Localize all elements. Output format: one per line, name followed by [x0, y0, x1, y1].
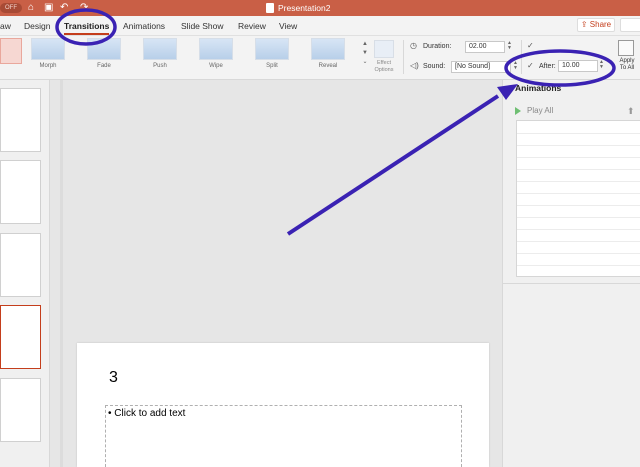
save-icon[interactable]: ▣	[44, 2, 53, 14]
document-icon	[266, 3, 274, 13]
list-line	[517, 193, 640, 194]
list-line	[517, 205, 640, 206]
redo-icon[interactable]: ↷	[80, 2, 88, 14]
effect-options-icon	[374, 40, 394, 58]
share-label: Share	[589, 20, 612, 29]
transition-none-thumb[interactable]	[0, 38, 22, 64]
animations-pane: Animations Play All	[502, 80, 640, 467]
list-line	[517, 181, 640, 182]
list-line	[517, 145, 640, 146]
list-line	[517, 217, 640, 218]
apply-line1: Apply	[619, 58, 635, 64]
ribbon-separator	[403, 40, 404, 74]
tab-animations[interactable]: Animations	[123, 21, 165, 31]
play-icon[interactable]	[515, 107, 521, 115]
push-label: Push	[153, 63, 167, 69]
list-line	[517, 157, 640, 158]
effect-label-line2: Options	[374, 67, 394, 73]
wipe-label: Wipe	[209, 63, 223, 69]
gallery-scroll[interactable]: ▲ ▼ ⌄	[360, 40, 370, 76]
morph-label: Morph	[39, 63, 57, 69]
sound-icon: ◁)	[410, 61, 419, 70]
clock-icon: ◷	[410, 41, 417, 50]
autosave-toggle[interactable]: OFF	[0, 3, 22, 13]
tab-view[interactable]: View	[279, 21, 297, 31]
apply-all-icon	[618, 40, 634, 56]
effect-options-label: Effect Options	[370, 60, 398, 74]
list-line	[517, 133, 640, 134]
after-stepper[interactable]: ▲ ▼	[599, 60, 604, 70]
apply-label: Apply To All	[614, 58, 640, 72]
fade-label: Fade	[97, 63, 111, 69]
checkbox-icon[interactable]: ✓	[527, 61, 534, 71]
sound-label: Sound:	[423, 63, 446, 70]
home-icon[interactable]: ⌂	[28, 2, 34, 14]
duration-stepper[interactable]: ▲ ▼	[507, 41, 512, 51]
apply-to-all-button[interactable]: Apply To All	[614, 40, 640, 78]
animations-pane-title: Animations	[515, 83, 562, 93]
duration-field[interactable]: 02.00	[465, 41, 505, 53]
slide-thumbnail-pane	[0, 80, 50, 467]
transition-fade[interactable]: Fade	[81, 38, 127, 74]
checkbox-icon[interactable]: ✓	[527, 41, 534, 51]
list-line	[517, 241, 640, 242]
list-line	[517, 265, 640, 266]
reveal-label: Reveal	[318, 63, 338, 69]
pane-separator	[503, 283, 640, 284]
slide-canvas[interactable]: 3 • Click to add text	[77, 343, 489, 467]
split-label: Split	[266, 63, 278, 69]
list-line	[517, 229, 640, 230]
tab-design[interactable]: Design	[24, 21, 50, 31]
duration-label: Duration:	[423, 43, 452, 50]
ribbon-separator-2	[521, 40, 522, 74]
slide-thumbnail[interactable]	[0, 88, 41, 152]
transition-reveal[interactable]: Reveal	[305, 38, 351, 74]
slide-thumbnail[interactable]	[0, 233, 41, 297]
reveal-thumb	[311, 38, 345, 60]
transition-wipe[interactable]: Wipe	[193, 38, 239, 74]
push-thumb	[143, 38, 177, 60]
split-thumb	[255, 38, 289, 60]
tab-review[interactable]: Review	[238, 21, 266, 31]
fade-thumb	[87, 38, 121, 60]
animation-list[interactable]	[516, 120, 640, 277]
comment-icon[interactable]	[620, 18, 640, 32]
up-arrow-icon[interactable]: ⬆	[627, 106, 635, 117]
after-field[interactable]: 10.00	[558, 60, 598, 72]
slide-thumbnail[interactable]	[0, 160, 41, 224]
transition-split[interactable]: Split	[249, 38, 295, 74]
effect-label-line1: Effect	[377, 60, 391, 66]
insert-content-icons[interactable]	[254, 460, 294, 467]
transitions-ribbon: Morph Fade Push Wipe Split Reveal ▲ ▼ ⌄ Ef…	[0, 36, 640, 80]
morph-thumb	[31, 38, 65, 60]
window-title: Presentation2	[278, 3, 331, 13]
apply-line2: To All	[619, 65, 635, 71]
ribbon-tabs: aw Design Transitions Animations Slide S…	[0, 16, 640, 36]
wipe-thumb	[199, 38, 233, 60]
pane-divider[interactable]	[60, 80, 63, 467]
annotation-arrow-line	[286, 94, 500, 236]
body-text: • Click to add text	[108, 408, 186, 419]
title-bar: OFF ⌂ ▣ ↶ ↷ Presentation2	[0, 0, 640, 16]
sound-select[interactable]: [No Sound]	[451, 61, 511, 73]
body-placeholder[interactable]: • Click to add text	[105, 405, 462, 467]
sound-dropdown[interactable]: ▲ ▼	[513, 61, 518, 71]
tab-review-partial[interactable]: aw	[0, 21, 11, 31]
tab-transitions[interactable]: Transitions	[64, 21, 110, 35]
share-button[interactable]: ⇪ Share	[577, 18, 615, 32]
effect-options-button[interactable]: Effect Options	[370, 40, 398, 78]
list-line	[517, 169, 640, 170]
slide-thumbnail[interactable]	[0, 378, 41, 442]
slide-thumbnail-selected[interactable]	[0, 305, 41, 369]
after-label: After:	[539, 63, 556, 70]
list-line	[517, 253, 640, 254]
undo-icon[interactable]: ↶	[60, 2, 68, 14]
play-all-button[interactable]: Play All	[527, 106, 553, 115]
slide-title[interactable]: 3	[109, 369, 118, 387]
transition-push[interactable]: Push	[137, 38, 183, 74]
tab-slide-show[interactable]: Slide Show	[181, 21, 224, 31]
transition-morph[interactable]: Morph	[25, 38, 71, 74]
